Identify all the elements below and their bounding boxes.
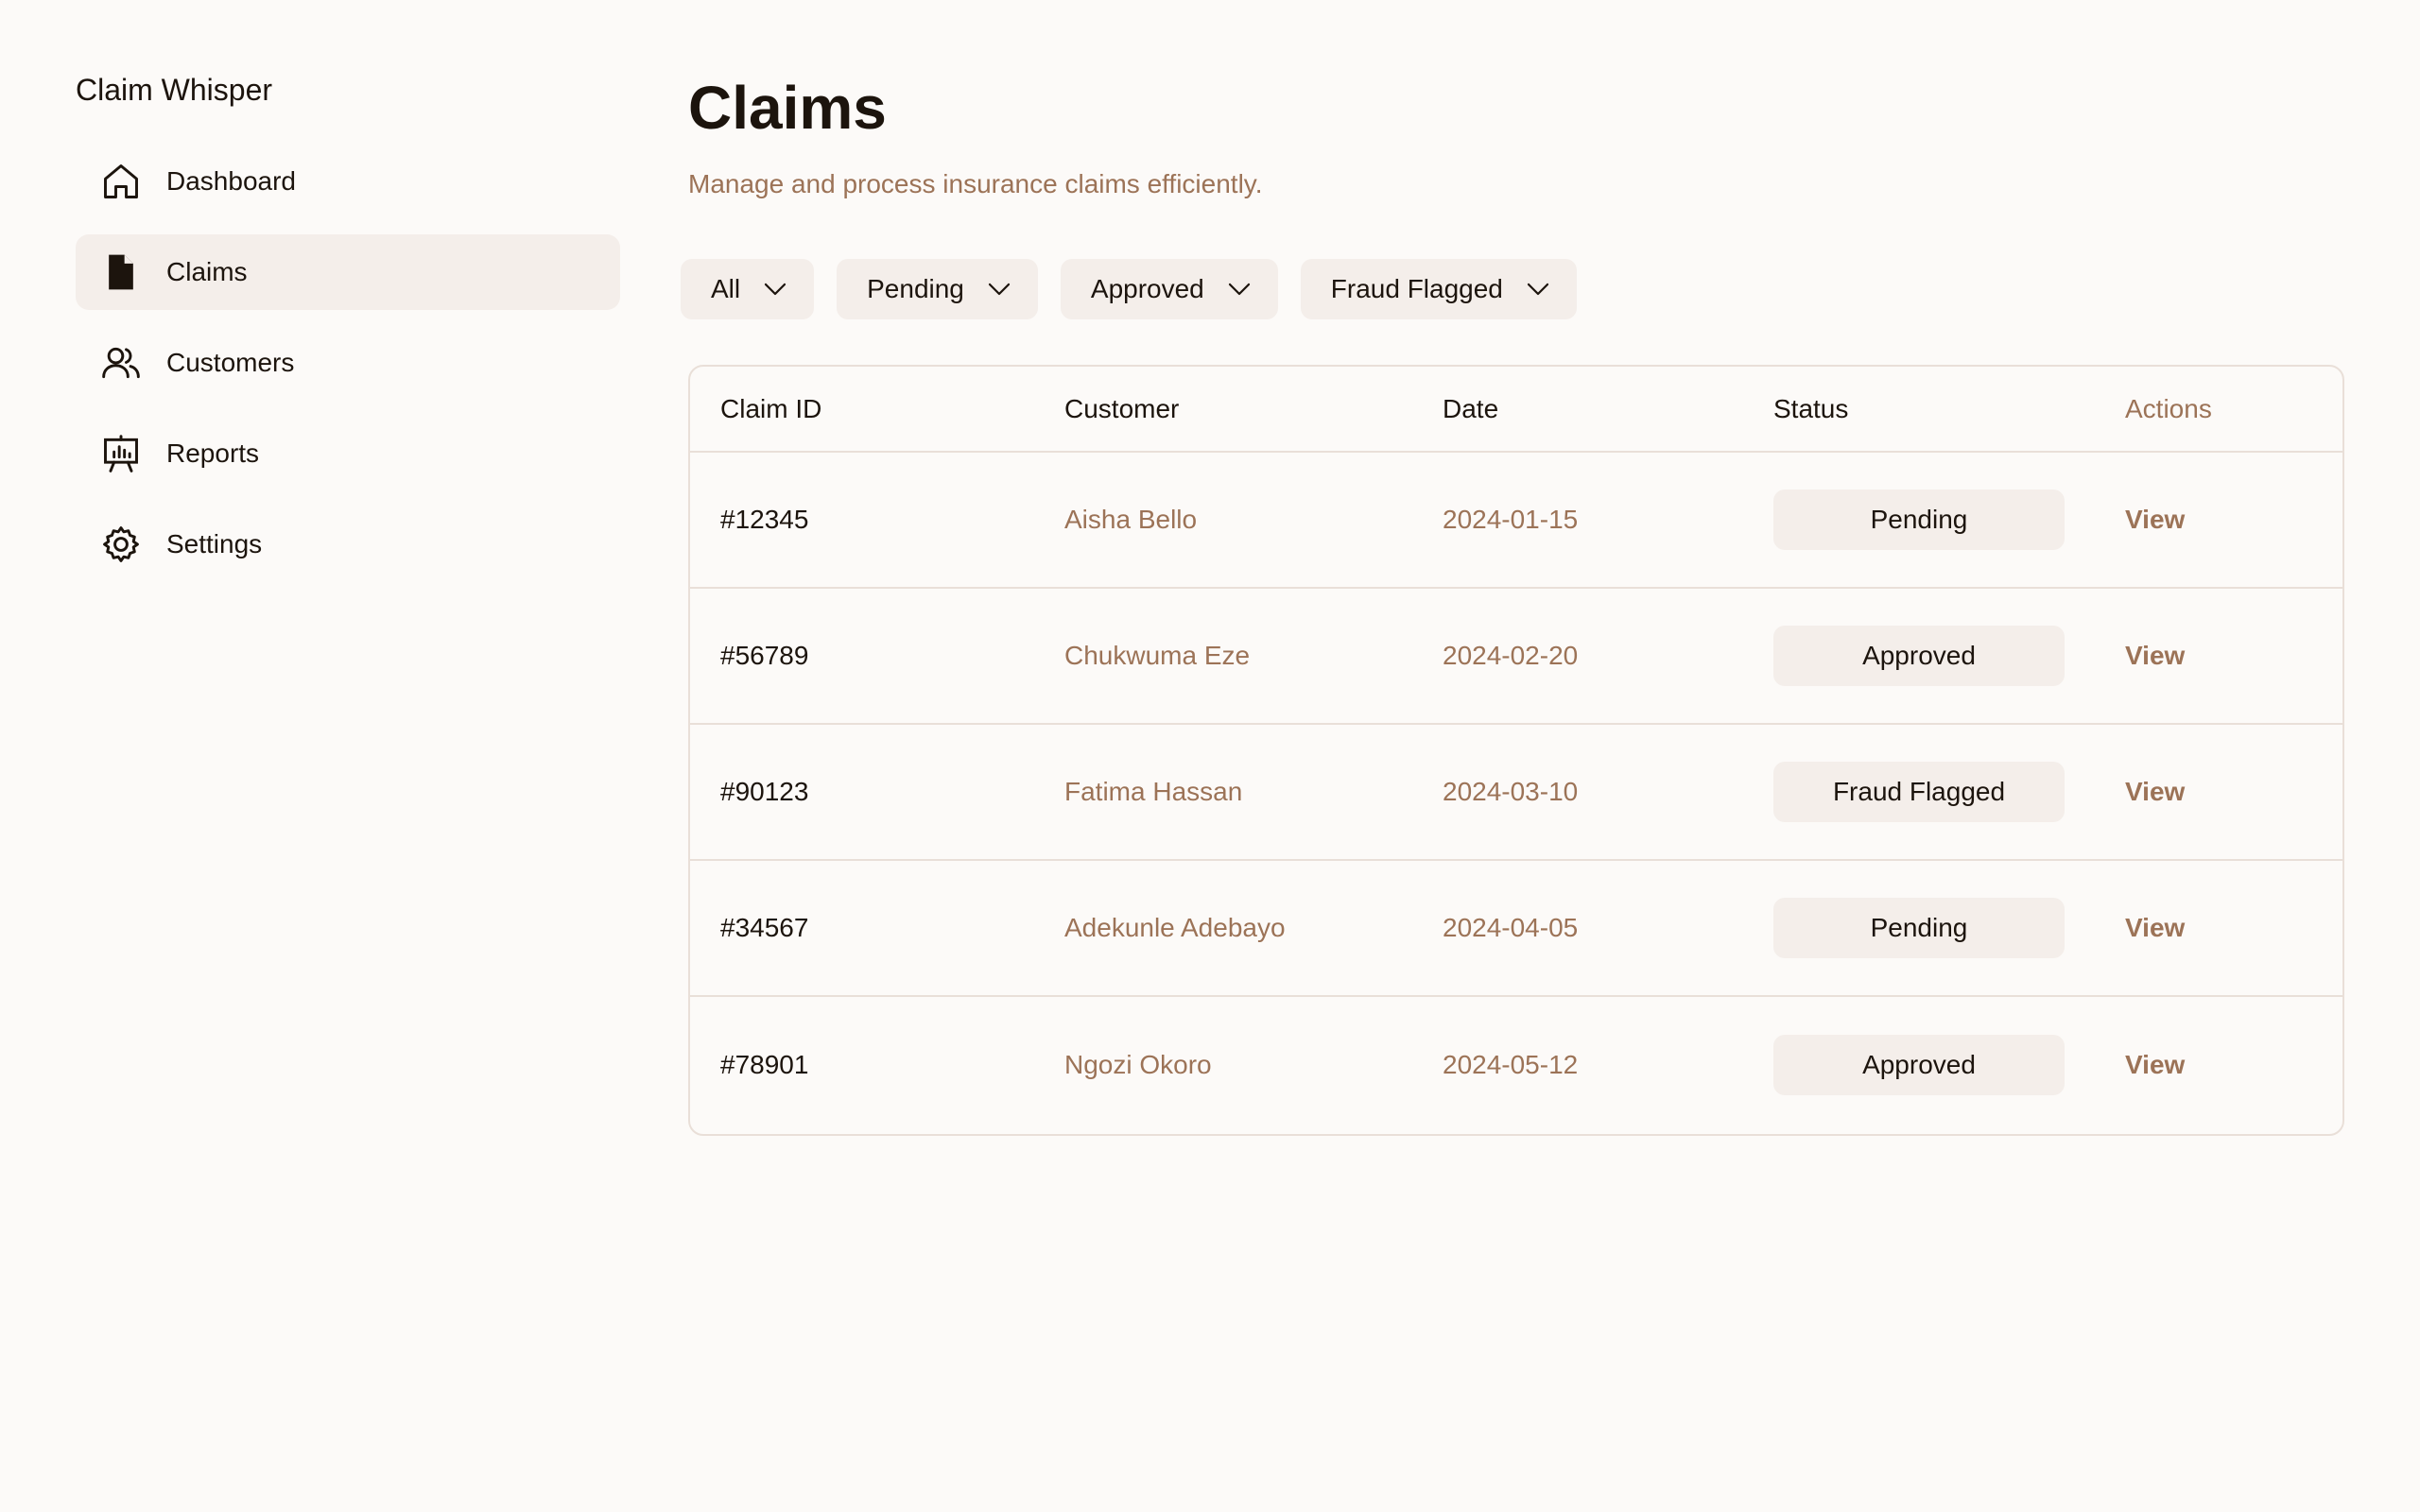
actions-cell: View: [2095, 995, 2342, 1132]
table-row: #56789 Chukwuma Eze 2024-02-20 Approved …: [690, 587, 2342, 724]
claims-table: Claim ID Customer Date Status Actions #1…: [690, 367, 2342, 1132]
claim-id-cell: #12345: [720, 505, 809, 534]
claim-id-cell: #90123: [690, 723, 1034, 860]
chevron-down-icon: [765, 283, 786, 296]
table-row: #90123 Fatima Hassan 2024-03-10 Fraud Fl…: [690, 723, 2342, 860]
sidebar-nav: Dashboard Claims Customers Reports Setti…: [76, 144, 620, 597]
filter-label: Approved: [1090, 274, 1204, 303]
sidebar-item-label: Customers: [166, 348, 295, 377]
customer-cell: Aisha Bello: [1064, 505, 1198, 534]
column-header-actions: Actions: [2095, 367, 2342, 453]
status-badge: Fraud Flagged: [1773, 762, 2065, 822]
view-claim-link[interactable]: View: [2125, 913, 2185, 942]
actions-cell: View: [2095, 452, 2342, 588]
column-header-claim-id: Claim ID: [690, 367, 1034, 453]
view-claim-link[interactable]: View: [2125, 505, 2185, 534]
chevron-down-icon: [1527, 283, 1548, 296]
filter-fraud-flagged-dropdown[interactable]: Fraud Flagged: [1300, 259, 1577, 319]
app-root: Claim Whisper Dashboard Claims Customers…: [0, 0, 2420, 1512]
customer-cell: Adekunle Adebayo: [1034, 859, 1412, 996]
column-header-date: Date: [1412, 367, 1743, 453]
sidebar-item-label: Settings: [166, 529, 263, 558]
date-cell: 2024-05-12: [1412, 995, 1743, 1132]
status-badge: Approved: [1773, 626, 2065, 686]
actions-cell: View: [2095, 859, 2342, 996]
filter-label: Pending: [867, 274, 964, 303]
sidebar-item-claims[interactable]: Claims: [76, 234, 620, 310]
sidebar-item-settings[interactable]: Settings: [76, 507, 620, 582]
sidebar-item-label: Reports: [166, 438, 260, 468]
claim-id-cell: #56789: [690, 587, 1034, 724]
status-cell: Approved: [1743, 587, 2095, 724]
sidebar-item-label: Claims: [166, 257, 248, 286]
status-badge: Pending: [1773, 490, 2065, 550]
table-body: #12345 Aisha Bello 2024-01-15 Pending Vi…: [690, 452, 2342, 1132]
filter-label: All: [711, 274, 741, 303]
status-cell: Approved: [1743, 995, 2095, 1132]
sidebar-item-label: Dashboard: [166, 166, 296, 196]
date-cell: 2024-01-15: [1443, 505, 1579, 534]
date-cell: 2024-03-10: [1412, 723, 1743, 860]
file-icon: [100, 251, 142, 293]
page-title: Claims: [688, 74, 887, 142]
filter-all-dropdown[interactable]: All: [681, 259, 815, 319]
sidebar-item-dashboard[interactable]: Dashboard: [76, 144, 620, 219]
chevron-down-icon: [988, 283, 1011, 296]
claims-table-container: Claim ID Customer Date Status Actions #1…: [688, 365, 2344, 1136]
table-row: #34567 Adekunle Adebayo 2024-04-05 Pendi…: [690, 859, 2342, 996]
column-header-customer: Customer: [1034, 367, 1412, 453]
date-cell: 2024-04-05: [1412, 859, 1743, 996]
actions-cell: View: [2095, 723, 2342, 860]
customer-cell: Chukwuma Eze: [1034, 587, 1412, 724]
filter-bar: All Pending Approved Fraud Flagged: [681, 259, 1577, 319]
page-subtitle: Manage and process insurance claims effi…: [688, 169, 1263, 198]
filter-approved-dropdown[interactable]: Approved: [1060, 259, 1278, 319]
table-header: Claim ID Customer Date Status Actions: [690, 367, 2342, 453]
table-row: #78901 Ngozi Okoro 2024-05-12 Approved V…: [690, 995, 2342, 1132]
chevron-down-icon: [1228, 283, 1250, 296]
status-badge: Approved: [1773, 1034, 2065, 1095]
view-claim-link[interactable]: View: [2125, 1050, 2185, 1079]
column-header-status: Status: [1743, 367, 2095, 453]
view-claim-link[interactable]: View: [2125, 641, 2185, 670]
home-icon: [100, 161, 142, 202]
status-cell: Pending: [1743, 859, 2095, 996]
presentation-chart-icon: [100, 433, 142, 474]
status-badge: Pending: [1773, 898, 2065, 958]
status-cell: Fraud Flagged: [1743, 723, 2095, 860]
customer-cell: Fatima Hassan: [1034, 723, 1412, 860]
sidebar-item-reports[interactable]: Reports: [76, 416, 620, 491]
actions-cell: View: [2095, 587, 2342, 724]
customer-cell: Ngozi Okoro: [1034, 995, 1412, 1132]
date-cell: 2024-02-20: [1412, 587, 1743, 724]
claim-id-cell: #78901: [690, 995, 1034, 1132]
table-header-row: Claim ID Customer Date Status Actions: [690, 367, 2342, 453]
sidebar-item-customers[interactable]: Customers: [76, 325, 620, 401]
brand-title: Claim Whisper: [76, 73, 273, 107]
users-icon: [100, 342, 142, 384]
filter-pending-dropdown[interactable]: Pending: [837, 259, 1038, 319]
claim-id-cell: #34567: [690, 859, 1034, 996]
view-claim-link[interactable]: View: [2125, 777, 2185, 806]
status-cell: Pending: [1743, 452, 2095, 588]
gear-icon: [100, 524, 142, 565]
filter-label: Fraud Flagged: [1330, 274, 1503, 303]
table-row: #12345 Aisha Bello 2024-01-15 Pending Vi…: [690, 452, 2342, 588]
